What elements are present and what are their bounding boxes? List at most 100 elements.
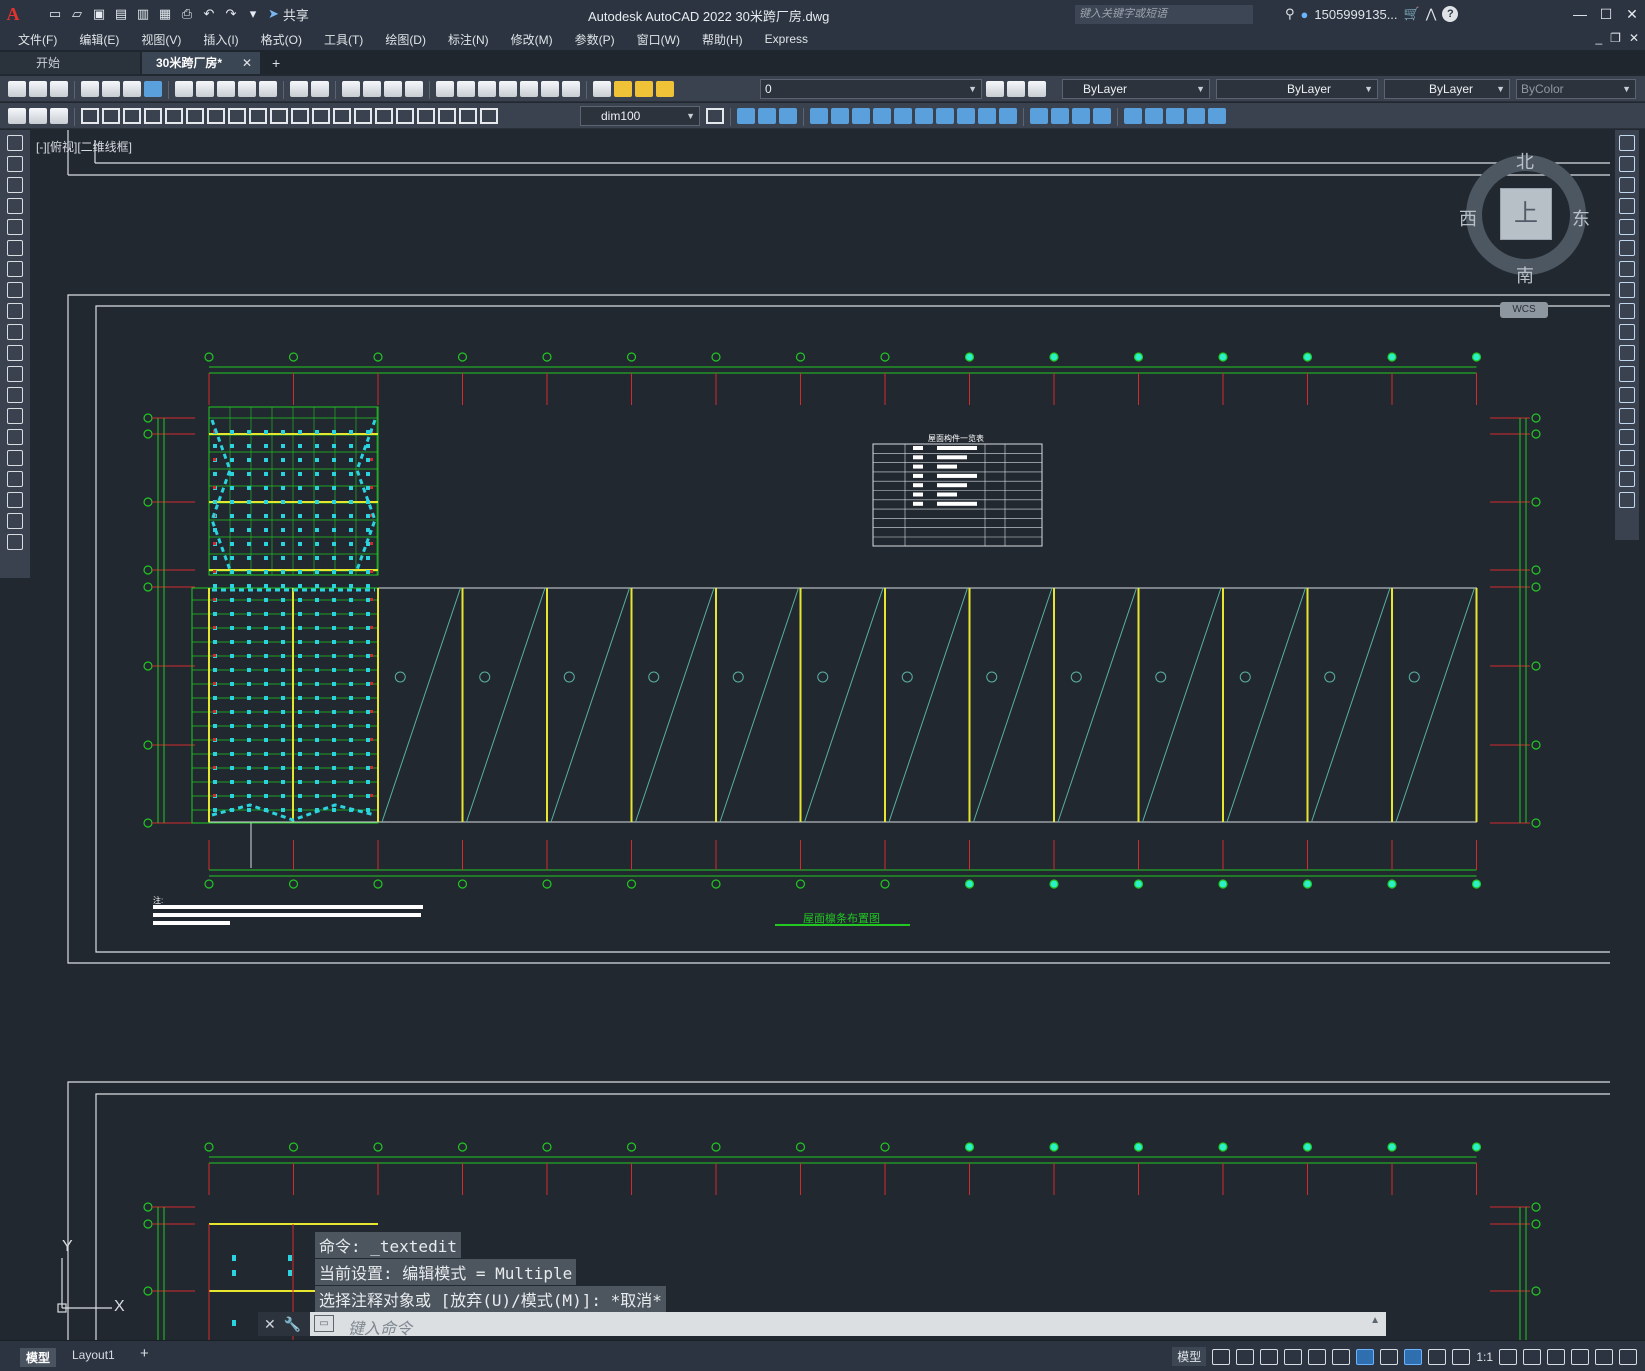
break-point-side-icon[interactable] xyxy=(1619,366,1635,382)
hatch-back-icon[interactable] xyxy=(1208,108,1226,124)
block-editor-icon[interactable] xyxy=(259,81,277,97)
dim-jogged-icon[interactable] xyxy=(186,108,204,124)
rotate-icon[interactable] xyxy=(873,108,891,124)
explode-icon[interactable] xyxy=(1093,108,1111,124)
dim-diameter-icon[interactable] xyxy=(207,108,225,124)
dim-edit-icon[interactable] xyxy=(438,108,456,124)
layer-states-icon[interactable] xyxy=(1028,81,1046,97)
sheet-set-icon[interactable] xyxy=(499,81,517,97)
dim-aligned-icon[interactable] xyxy=(102,108,120,124)
polar-icon[interactable] xyxy=(1284,1348,1303,1365)
menu-edit[interactable]: 编辑(E) xyxy=(68,31,130,48)
customize-command-icon[interactable]: 🔧 xyxy=(284,1316,301,1333)
maximize-button[interactable]: ☐ xyxy=(1593,0,1619,28)
array-side-icon[interactable] xyxy=(1619,219,1635,235)
layer-on-icon[interactable] xyxy=(614,81,632,97)
erase-side-icon[interactable] xyxy=(1619,135,1635,151)
dim-radius-icon[interactable] xyxy=(165,108,183,124)
zoom-window-icon[interactable] xyxy=(384,81,402,97)
mirror-side-icon[interactable] xyxy=(1619,177,1635,193)
dim-arc-icon[interactable] xyxy=(123,108,141,124)
center-mark-icon[interactable] xyxy=(375,108,393,124)
polygon-icon[interactable] xyxy=(7,198,23,214)
mtext-icon[interactable] xyxy=(7,513,23,529)
construction-line-icon[interactable] xyxy=(7,156,23,172)
grid-icon[interactable] xyxy=(1212,1348,1231,1365)
make-block-icon[interactable] xyxy=(29,108,47,124)
help-toolbar-icon[interactable] xyxy=(562,81,580,97)
stretch-side-icon[interactable] xyxy=(1619,303,1635,319)
trim-icon[interactable] xyxy=(936,108,954,124)
annotation-scale-icon[interactable] xyxy=(1452,1348,1471,1365)
object-track-icon[interactable] xyxy=(1332,1348,1351,1365)
rectangle-icon[interactable] xyxy=(7,219,23,235)
dim-text-edit-icon[interactable] xyxy=(459,108,477,124)
cart-icon[interactable]: 🛒 xyxy=(1404,6,1420,22)
hatch-icon[interactable] xyxy=(7,429,23,445)
open-file-icon[interactable] xyxy=(29,81,47,97)
search-input[interactable]: 键入关键字或短语 xyxy=(1075,5,1253,24)
spline-icon[interactable] xyxy=(7,303,23,319)
join-icon[interactable] xyxy=(999,108,1017,124)
layer-dropdown[interactable]: 0 ▼ xyxy=(760,79,982,99)
menu-draw[interactable]: 绘图(D) xyxy=(374,31,437,48)
minimize-button[interactable]: — xyxy=(1567,0,1593,28)
ortho-icon[interactable] xyxy=(1260,1348,1279,1365)
text-front-icon[interactable] xyxy=(1187,108,1205,124)
lineweight-icon[interactable] xyxy=(1380,1348,1399,1365)
trim-side-icon[interactable] xyxy=(1619,324,1635,340)
clean-screen-icon[interactable] xyxy=(1595,1348,1613,1365)
fillet-icon[interactable] xyxy=(1051,108,1069,124)
inspection-icon[interactable] xyxy=(396,108,414,124)
menu-modify[interactable]: 修改(M) xyxy=(500,31,564,48)
layer-properties-icon[interactable] xyxy=(593,81,611,97)
doc-minimize-button[interactable]: _ xyxy=(1595,31,1602,45)
copy-object-icon[interactable] xyxy=(758,108,776,124)
new-file-icon[interactable] xyxy=(8,81,26,97)
point-icon[interactable] xyxy=(7,408,23,424)
dim-angular-icon[interactable] xyxy=(228,108,246,124)
jogged-linear-icon[interactable] xyxy=(417,108,435,124)
compass-north[interactable]: 北 xyxy=(1516,148,1534,174)
customize-qat-icon[interactable]: ▾ xyxy=(244,6,262,22)
object-snap-icon[interactable] xyxy=(1356,1348,1375,1365)
tab-model[interactable]: 模型 xyxy=(20,1348,57,1367)
scale-side-icon[interactable] xyxy=(1619,282,1635,298)
dim-update-icon[interactable] xyxy=(480,108,498,124)
print-icon[interactable]: ⎙ xyxy=(178,6,196,22)
pan-icon[interactable] xyxy=(342,81,360,97)
polyline-icon[interactable] xyxy=(7,177,23,193)
layer-previous-icon[interactable] xyxy=(1007,81,1025,97)
blend-side-icon[interactable] xyxy=(1619,471,1635,487)
compass-west[interactable]: 西 xyxy=(1459,205,1477,231)
menu-file[interactable]: 文件(F) xyxy=(0,31,68,48)
publish-icon[interactable] xyxy=(123,81,141,97)
tab-layout1[interactable]: Layout1 xyxy=(72,1348,115,1362)
join-side-icon[interactable] xyxy=(1619,408,1635,424)
menu-view[interactable]: 视图(V) xyxy=(130,31,192,48)
snap-icon[interactable] xyxy=(1236,1348,1255,1365)
field-icon[interactable] xyxy=(50,108,68,124)
auto-scale-icon[interactable] xyxy=(1428,1348,1447,1365)
move-icon[interactable] xyxy=(852,108,870,124)
chamfer-icon[interactable] xyxy=(1030,108,1048,124)
dim-continue-icon[interactable] xyxy=(291,108,309,124)
plot-icon[interactable] xyxy=(81,81,99,97)
model-space-button[interactable]: 模型 xyxy=(1172,1347,1207,1366)
command-line[interactable]: ✕ 🔧 ▭ 键入命令 ▲ xyxy=(258,1312,1386,1338)
lineweight-dropdown[interactable]: ByLayer ▼ xyxy=(1384,79,1510,99)
fillet-side-icon[interactable] xyxy=(1619,450,1635,466)
zoom-previous-icon[interactable] xyxy=(405,81,423,97)
plus-icon[interactable] xyxy=(1523,1348,1541,1365)
make-current-icon[interactable] xyxy=(986,81,1004,97)
break-side-icon[interactable] xyxy=(1619,387,1635,403)
paste-icon[interactable] xyxy=(217,81,235,97)
chamfer-side-icon[interactable] xyxy=(1619,429,1635,445)
scale-value[interactable]: 1:1 xyxy=(1476,1350,1493,1364)
cut-icon[interactable] xyxy=(175,81,193,97)
compass-south[interactable]: 南 xyxy=(1516,262,1534,288)
autodesk-icon[interactable]: ⋀ xyxy=(1426,6,1437,22)
design-center-icon[interactable] xyxy=(457,81,475,97)
extend-icon[interactable] xyxy=(957,108,975,124)
tool-palettes-icon[interactable] xyxy=(478,81,496,97)
